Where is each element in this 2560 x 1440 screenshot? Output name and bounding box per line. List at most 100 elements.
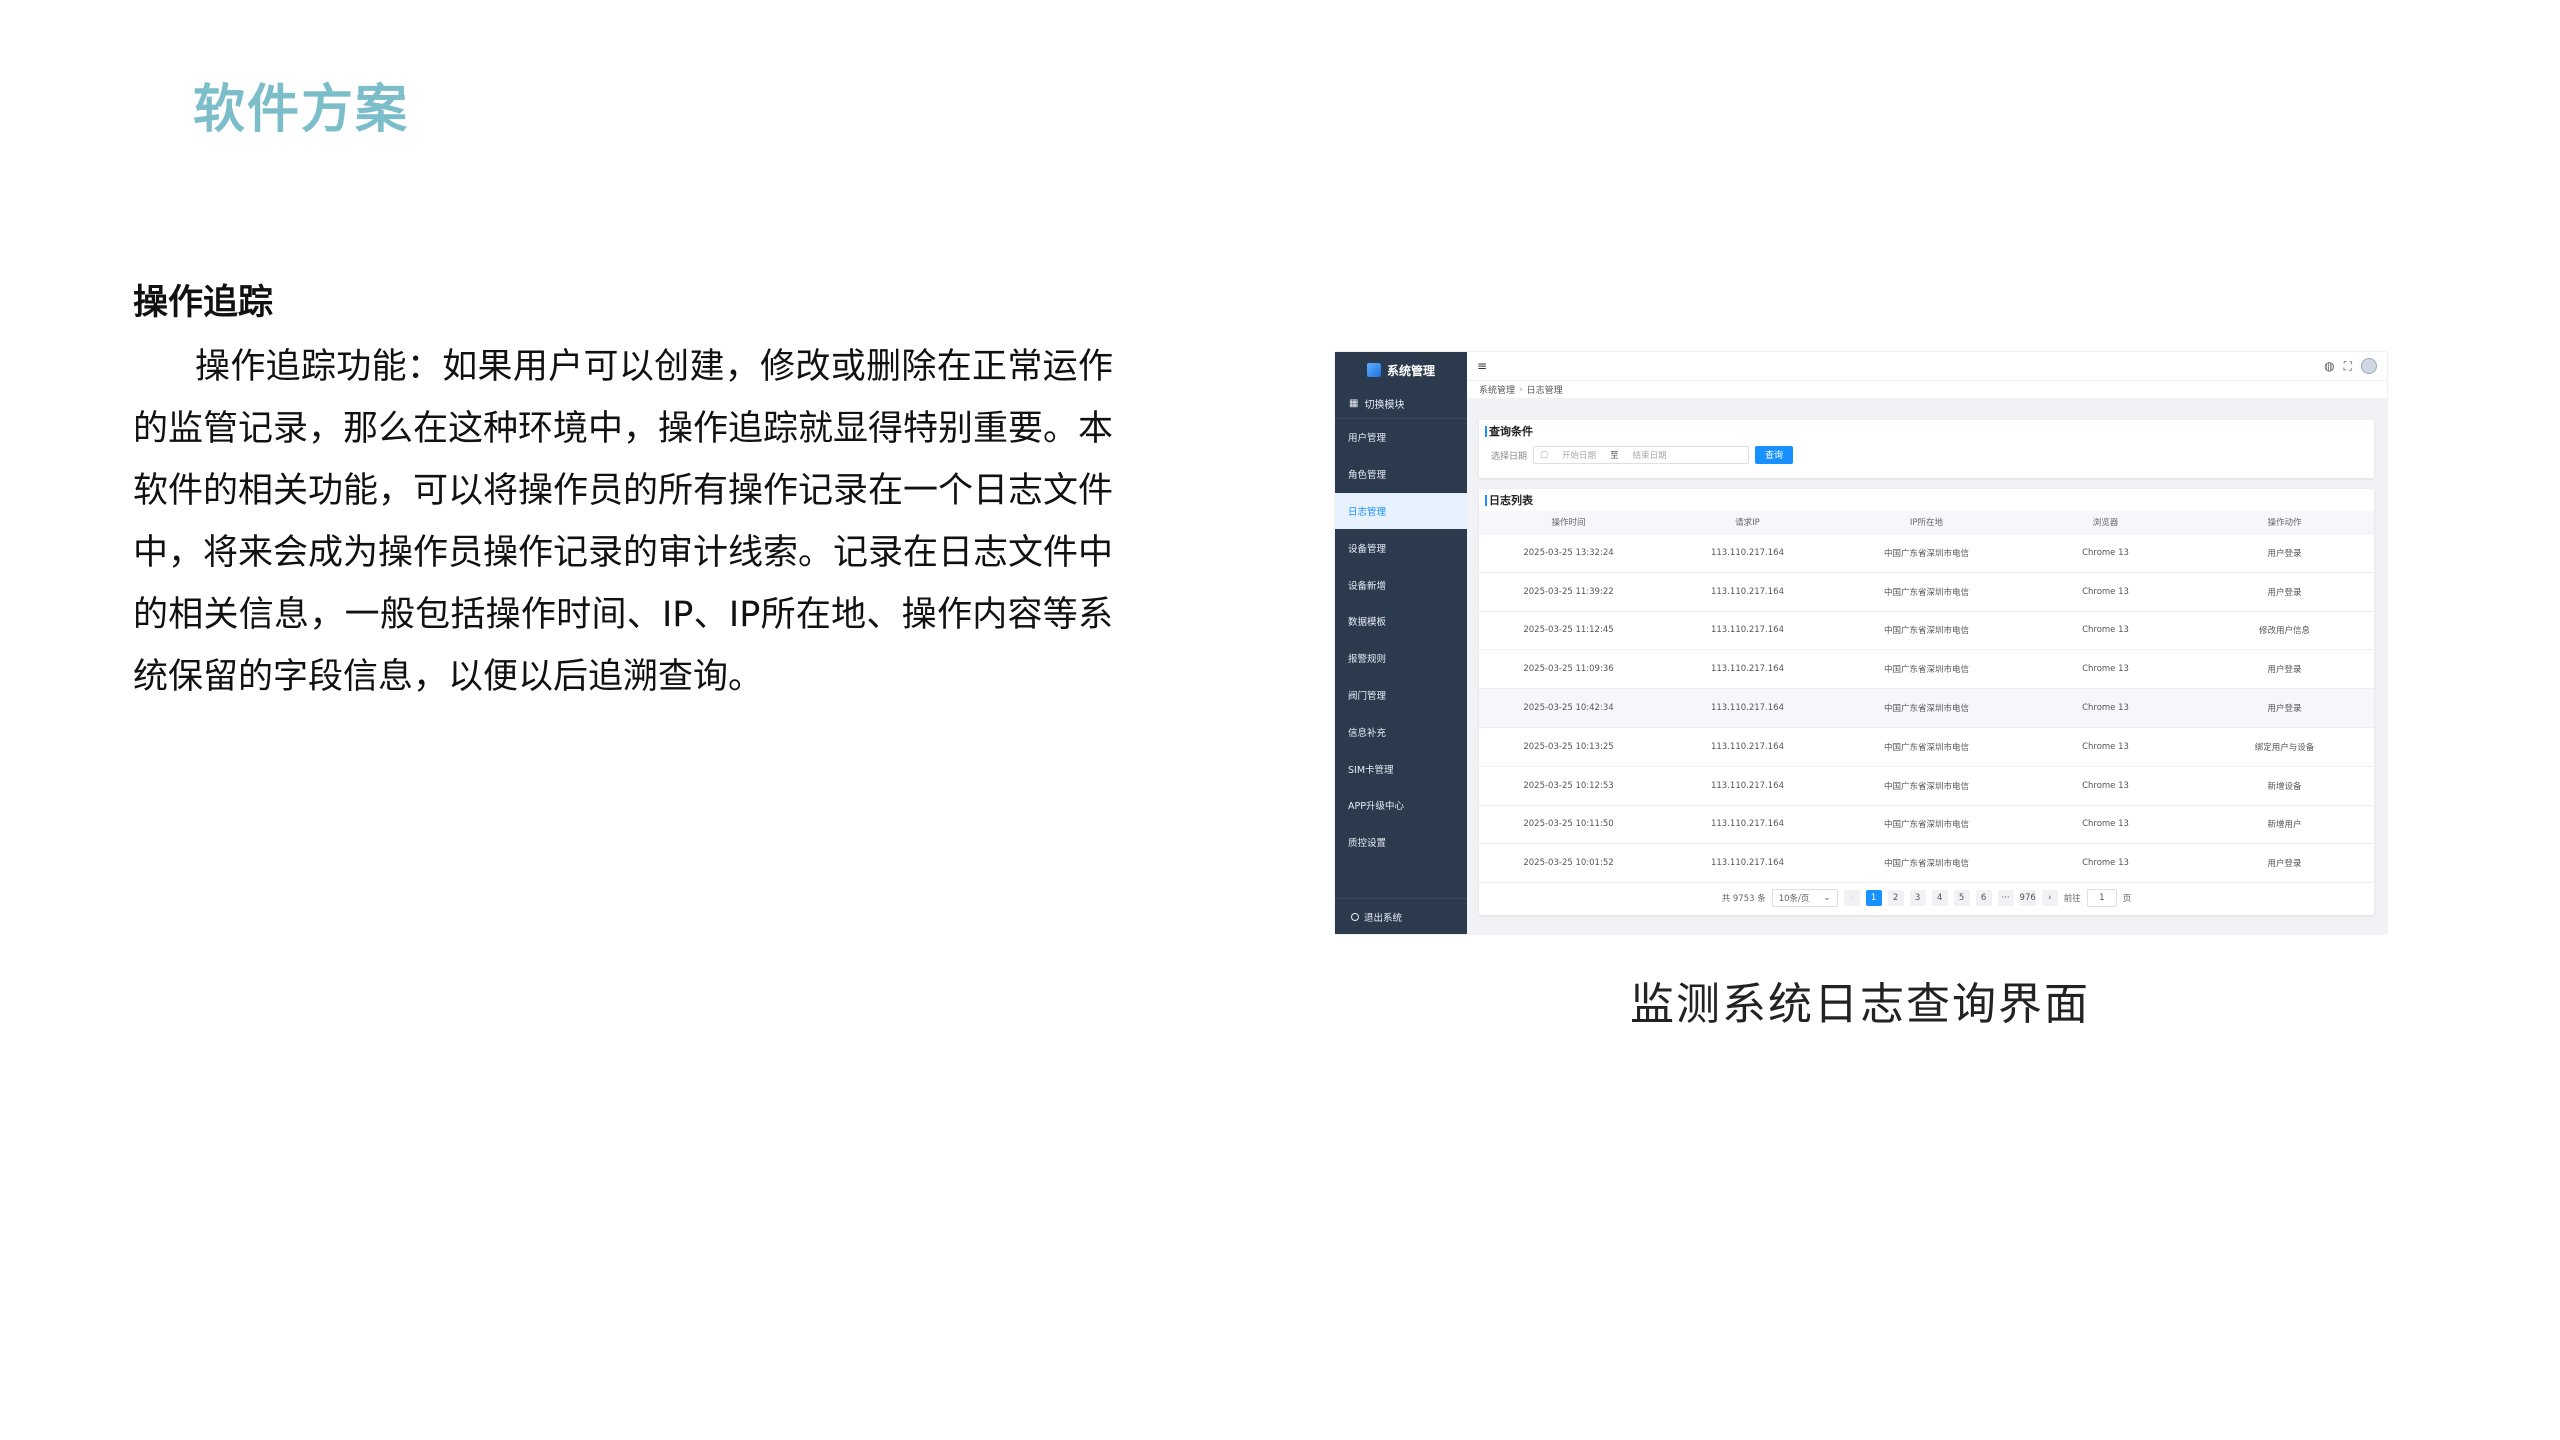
table-cell: 中国广东省深圳市电信 bbox=[1837, 688, 2016, 728]
date-label: 选择日期 bbox=[1491, 451, 1528, 462]
logout-button[interactable]: 退出系统 bbox=[1335, 898, 1467, 934]
log-card: 日志列表 操作时间 请求IP IP所在地 浏览器 操作动作 2025-03-25 13:… bbox=[1479, 489, 2374, 915]
page-button[interactable]: 4 bbox=[1931, 890, 1948, 906]
query-card-title: 查询条件 bbox=[1479, 420, 2374, 442]
grid-icon: ▦ bbox=[1349, 397, 1359, 409]
table-cell: 2025-03-25 11:09:36 bbox=[1479, 649, 1658, 690]
table-cell: Chrome 13 bbox=[2016, 533, 2195, 573]
logout-label: 退出系统 bbox=[1364, 912, 1403, 924]
sidebar-item[interactable]: 设备新增 bbox=[1335, 566, 1467, 603]
table-row[interactable]: 2025-03-25 10:13:25 113.110.217.164 中国广东省深… bbox=[1479, 727, 2374, 767]
table-cell: 2025-03-25 11:39:22 bbox=[1479, 572, 1658, 612]
table-cell: 2025-03-25 10:01:52 bbox=[1479, 843, 1658, 884]
table-cell: Chrome 13 bbox=[2016, 611, 2195, 651]
sidebar-item[interactable]: 角色管理 bbox=[1335, 456, 1467, 493]
app-screenshot: 系统管理 ▦ 切换模块 用户管理 角色管理 日志管理 设备管理 设备新增 数据模板 报警规则… bbox=[1335, 352, 2387, 934]
breadcrumb-separator: › bbox=[1519, 384, 1523, 395]
table-cell: 2025-03-25 10:13:25 bbox=[1479, 727, 1658, 767]
table-cell: 113.110.217.164 bbox=[1658, 805, 1837, 845]
page-button[interactable]: 6 bbox=[1975, 890, 1992, 906]
globe-icon[interactable]: ◍ bbox=[2324, 359, 2334, 373]
column-header: 请求IP bbox=[1658, 511, 1837, 534]
sidebar-item-label: 设备管理 bbox=[1348, 543, 1387, 555]
brand-title: 系统管理 bbox=[1386, 363, 1435, 378]
brand: 系统管理 bbox=[1335, 352, 1467, 388]
page-size-select[interactable]: 10条/页 ⌄ bbox=[1771, 889, 1838, 907]
section-heading: 操作追踪 bbox=[133, 283, 274, 323]
table-cell: Chrome 13 bbox=[2016, 572, 2195, 612]
switch-module-button[interactable]: ▦ 切换模块 bbox=[1335, 388, 1467, 419]
sidebar-item[interactable]: 设备管理 bbox=[1335, 529, 1467, 566]
table-cell: 中国广东省深圳市电信 bbox=[1837, 843, 2016, 884]
table-row[interactable]: 2025-03-25 10:11:50 113.110.217.164 中国广东省深… bbox=[1479, 805, 2374, 845]
page-button[interactable]: 976 bbox=[2019, 890, 2036, 906]
column-header: 操作动作 bbox=[2195, 511, 2374, 534]
table-cell: Chrome 13 bbox=[2016, 688, 2195, 728]
table-row[interactable]: 2025-03-25 11:12:45 113.110.217.164 中国广东省深… bbox=[1479, 611, 2374, 651]
table-cell: 2025-03-25 10:11:50 bbox=[1479, 805, 1658, 845]
sidebar-menu: 用户管理角色管理日志管理设备管理设备新增 数据模板 报警规则阀门管理信息补充 SIM卡… bbox=[1335, 419, 1467, 861]
sidebar-item-label: APP升级中心 bbox=[1348, 801, 1404, 813]
sidebar-item[interactable]: 信息补充 bbox=[1335, 713, 1467, 750]
pagination: 共 9753 条 10条/页 ⌄ ‹ 1 2 3 4 5 6 ··· 976 › 前往 1 页 bbox=[1479, 889, 2374, 907]
table-row[interactable]: 2025-03-25 10:01:52 113.110.217.164 中国广东省深… bbox=[1479, 843, 2374, 884]
table-cell: Chrome 13 bbox=[2016, 727, 2195, 767]
table-cell: 中国广东省深圳市电信 bbox=[1837, 533, 2016, 573]
next-page-button[interactable]: › bbox=[2041, 890, 2058, 906]
sidebar-item-label: SIM卡管理 bbox=[1348, 764, 1394, 776]
sidebar-item[interactable]: SIM卡管理 bbox=[1335, 750, 1467, 787]
sidebar-item-label: 角色管理 bbox=[1348, 470, 1387, 482]
page-button[interactable]: 2 bbox=[1887, 890, 1904, 906]
page-button[interactable]: 1 bbox=[1865, 890, 1882, 906]
prev-page-button[interactable]: ‹ bbox=[1843, 890, 1860, 906]
table-cell: Chrome 13 bbox=[2016, 805, 2195, 845]
table-row[interactable]: 2025-03-25 13:32:24 113.110.217.164 中国广东省深… bbox=[1479, 533, 2374, 573]
table-cell: 中国广东省深圳市电信 bbox=[1837, 805, 2016, 845]
menu-toggle-icon[interactable]: ≡ bbox=[1477, 359, 1487, 373]
sidebar-item[interactable]: 日志管理 bbox=[1335, 492, 1467, 530]
table-cell: 中国广东省深圳市电信 bbox=[1837, 611, 2016, 651]
table-cell: 用户登录 bbox=[2195, 572, 2374, 612]
breadcrumb-item-system[interactable]: 系统管理 bbox=[1479, 383, 1515, 396]
column-header: IP所在地 bbox=[1837, 511, 2016, 534]
goto-page-input[interactable]: 1 bbox=[2086, 889, 2117, 907]
table-cell: 113.110.217.164 bbox=[1658, 766, 1837, 806]
page-button[interactable]: 3 bbox=[1909, 890, 1926, 906]
breadcrumb: 系统管理 › 日志管理 bbox=[1467, 380, 2387, 398]
avatar[interactable] bbox=[2361, 358, 2377, 374]
table-row[interactable]: 2025-03-25 10:12:53 113.110.217.164 中国广东省深… bbox=[1479, 766, 2374, 806]
sidebar-item[interactable]: 用户管理 bbox=[1335, 419, 1467, 456]
start-date-input[interactable]: 开始日期 bbox=[1562, 449, 1596, 461]
query-button[interactable]: 查询 bbox=[1755, 446, 1794, 464]
table-cell: 中国广东省深圳市电信 bbox=[1837, 572, 2016, 612]
table-cell: 新增用户 bbox=[2195, 805, 2374, 845]
page-button[interactable]: 5 bbox=[1953, 890, 1970, 906]
page-size-value: 10条/页 bbox=[1778, 894, 1810, 904]
table-row[interactable]: 2025-03-25 11:09:36 113.110.217.164 中国广东省深… bbox=[1479, 649, 2374, 690]
table-cell: 中国广东省深圳市电信 bbox=[1837, 766, 2016, 806]
sidebar-item-label: 阀门管理 bbox=[1348, 690, 1387, 702]
table-cell: 2025-03-25 10:42:34 bbox=[1479, 688, 1658, 728]
breadcrumb-item-log: 日志管理 bbox=[1526, 386, 1563, 396]
table-row[interactable]: 2025-03-25 10:42:34 113.110.217.164 中国广东省深… bbox=[1479, 688, 2374, 728]
fullscreen-icon[interactable]: ⛶ bbox=[2344, 359, 2352, 374]
table-cell: 中国广东省深圳市电信 bbox=[1837, 649, 2016, 690]
table-cell: 113.110.217.164 bbox=[1658, 533, 1837, 573]
table-cell: 绑定用户与设备 bbox=[2195, 727, 2374, 767]
table-row[interactable]: 2025-03-25 11:39:22 113.110.217.164 中国广东省深… bbox=[1479, 572, 2374, 612]
table-cell: 113.110.217.164 bbox=[1658, 649, 1837, 690]
sidebar-item[interactable]: 阀门管理 bbox=[1335, 677, 1467, 714]
table-cell: 用户登录 bbox=[2195, 533, 2374, 573]
sidebar-item[interactable]: 数据模板 bbox=[1335, 603, 1467, 640]
end-date-input[interactable]: 结束日期 bbox=[1633, 449, 1667, 461]
page-button[interactable]: ··· bbox=[1997, 890, 2014, 906]
body-paragraph: 操作追踪功能：如果用户可以创建，修改或删除在正常运作的监管记录，那么在这种环境中… bbox=[133, 347, 1114, 697]
sidebar-item[interactable]: APP升级中心 bbox=[1335, 787, 1467, 824]
table-cell: 用户登录 bbox=[2195, 688, 2374, 728]
switch-module-label: 切换模块 bbox=[1364, 399, 1405, 411]
sidebar-item[interactable]: 质控设置 bbox=[1335, 824, 1467, 861]
sidebar-item[interactable]: 报警规则 bbox=[1335, 640, 1467, 677]
date-range-picker[interactable]: ▢ 开始日期 至 结束日期 bbox=[1533, 446, 1750, 464]
table-cell: Chrome 13 bbox=[2016, 843, 2195, 884]
column-header: 操作时间 bbox=[1479, 511, 1658, 534]
